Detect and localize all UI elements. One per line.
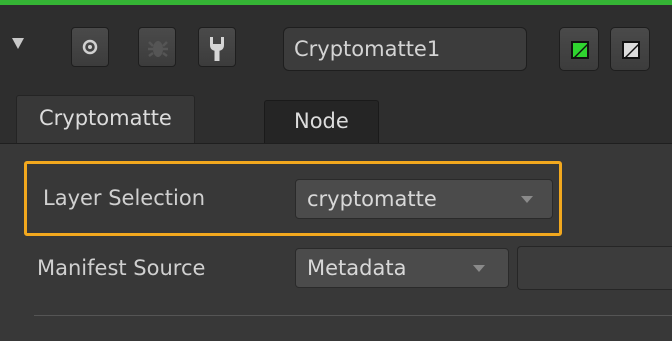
green-swatch-icon (571, 41, 589, 59)
target-button[interactable] (71, 27, 109, 67)
layer-selection-label: Layer Selection (43, 186, 206, 210)
wrench-button[interactable] (198, 27, 236, 67)
tab-cryptomatte[interactable]: Cryptomatte (16, 95, 195, 143)
green-swatch-button[interactable] (559, 27, 599, 71)
tab-strip: Cryptomatte Node (0, 85, 672, 144)
manifest-source-label: Manifest Source (37, 256, 206, 280)
node-name-field[interactable]: Cryptomatte1 (283, 27, 527, 71)
target-circle-icon (82, 39, 98, 55)
manifest-source-value: Metadata (307, 256, 407, 280)
layer-selection-value: cryptomatte (307, 187, 437, 211)
tab-node[interactable]: Node (264, 100, 379, 143)
bug-icon (148, 41, 168, 57)
wrench-icon (210, 37, 224, 61)
section-divider (34, 315, 672, 316)
layer-selection-dropdown[interactable]: cryptomatte (295, 179, 553, 219)
node-toolbar: Cryptomatte1 (0, 5, 672, 85)
manifest-text-field[interactable] (517, 246, 672, 290)
collapse-triangle-icon[interactable] (12, 38, 24, 49)
bug-button[interactable] (138, 27, 176, 67)
white-swatch-icon (622, 41, 640, 59)
manifest-source-dropdown[interactable]: Metadata (295, 248, 509, 288)
white-swatch-button[interactable] (610, 27, 650, 71)
chevron-down-icon (473, 265, 485, 272)
chevron-down-icon (521, 196, 533, 203)
